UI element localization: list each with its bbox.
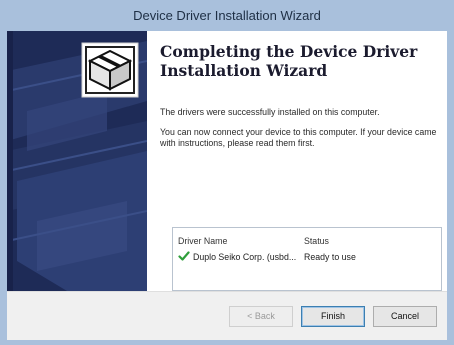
driver-status-cell: Ready to use <box>304 252 356 262</box>
wizard-banner <box>7 31 147 291</box>
installer-box-icon <box>81 42 139 98</box>
driver-status-table: Driver Name Status Duplo Seiko Corp. (us… <box>172 227 442 291</box>
window-title: Device Driver Installation Wizard <box>133 8 321 23</box>
column-header-driver-name: Driver Name <box>178 236 228 246</box>
back-button[interactable]: < Back <box>229 306 293 327</box>
wizard-content: Completing the Device Driver Installatio… <box>160 31 445 291</box>
cancel-button[interactable]: Cancel <box>373 306 437 327</box>
wizard-heading: Completing the Device Driver Installatio… <box>160 42 418 80</box>
driver-name-cell: Duplo Seiko Corp. (usbd... <box>193 252 297 262</box>
wizard-window: Device Driver Installation Wizard Comple… <box>0 0 454 345</box>
title-bar[interactable]: Device Driver Installation Wizard <box>0 0 454 31</box>
checkmark-icon <box>178 251 190 261</box>
finish-button[interactable]: Finish <box>301 306 365 327</box>
wizard-frame: Completing the Device Driver Installatio… <box>7 31 447 340</box>
success-message: The drivers were successfully installed … <box>160 107 380 117</box>
instructions-message: You can now connect your device to this … <box>160 127 437 148</box>
button-bar: < Back Finish Cancel <box>7 291 447 340</box>
banner-graphic <box>7 31 147 291</box>
column-header-status: Status <box>304 236 329 246</box>
